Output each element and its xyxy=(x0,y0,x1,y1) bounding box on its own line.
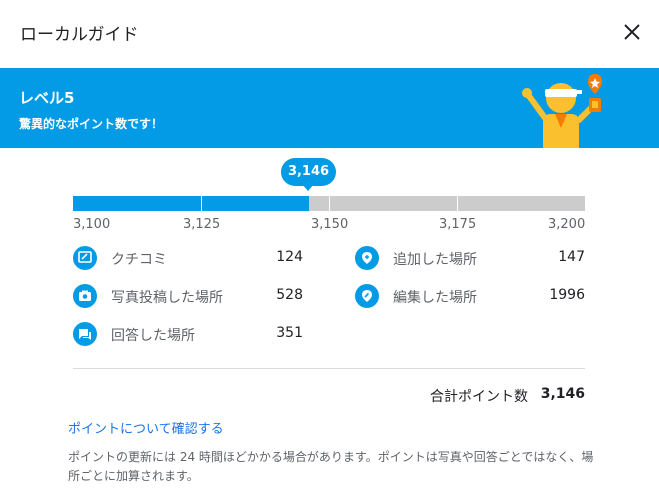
points-note: ポイントの更新には 24 時間ほどかかる場合があります。ポイントは写真や回答ごと… xyxy=(68,450,594,483)
stat-value-photos: 528 xyxy=(276,287,303,303)
stat-label-answers: 回答した場所 xyxy=(111,328,195,344)
badge-pointer xyxy=(302,184,314,191)
axis-label-3125: 3,125 xyxy=(183,217,221,232)
points-info-link[interactable]: ポイントについて確認する xyxy=(68,418,224,437)
total-points-label: 合計ポイント数 xyxy=(430,389,528,405)
stat-label-photos: 写真投稿した場所 xyxy=(111,290,223,306)
stat-value-edited-places: 1996 xyxy=(549,287,585,303)
edit-place-icon xyxy=(355,284,379,308)
close-button[interactable] xyxy=(618,18,646,46)
level-label: レベル5 xyxy=(19,89,75,107)
stat-value-reviews: 124 xyxy=(276,249,303,265)
level-subtitle: 驚異的なポイント数です！ xyxy=(19,117,164,131)
stat-value-added-places: 147 xyxy=(558,249,585,265)
dialog-header: ローカルガイド xyxy=(0,0,659,68)
progress-tick xyxy=(457,196,458,211)
axis-label-3175: 3,175 xyxy=(439,217,477,232)
progress-tick xyxy=(329,196,330,211)
stat-label-edited-places: 編集した場所 xyxy=(393,290,477,306)
progress-tick xyxy=(201,196,202,211)
divider xyxy=(73,368,585,369)
total-points-value: 3,146 xyxy=(540,386,585,402)
camera-icon xyxy=(73,284,97,308)
add-place-icon xyxy=(355,246,379,270)
dialog-title: ローカルガイド xyxy=(20,25,139,45)
progress-bar xyxy=(73,196,585,211)
level-banner: レベル5 驚異的なポイント数です！ xyxy=(0,68,659,148)
mascot-illustration xyxy=(522,74,602,148)
current-points-badge: 3,146 xyxy=(281,158,336,186)
progress-fill xyxy=(73,196,309,211)
axis-label-3150: 3,150 xyxy=(311,217,349,232)
axis-label-3100: 3,100 xyxy=(73,217,111,232)
stat-value-answers: 351 xyxy=(276,325,303,341)
stat-label-added-places: 追加した場所 xyxy=(393,252,477,268)
answer-icon xyxy=(73,322,97,346)
review-icon xyxy=(73,246,97,270)
close-icon xyxy=(624,24,640,40)
stat-label-reviews: クチコミ xyxy=(111,252,167,268)
axis-label-3200: 3,200 xyxy=(548,217,586,232)
